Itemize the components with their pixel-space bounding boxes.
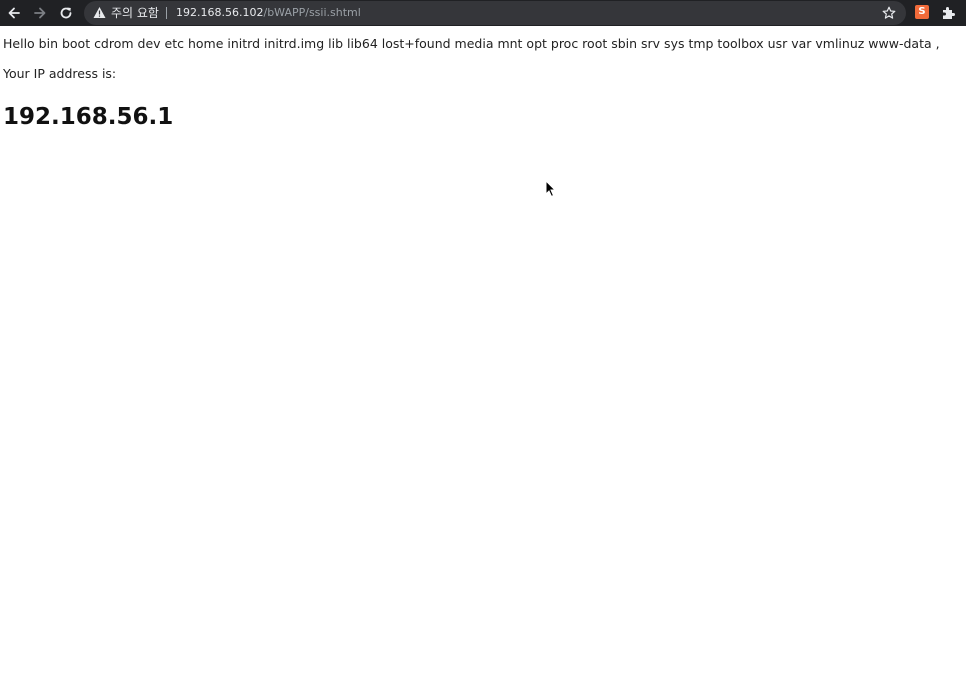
url-path: /bWAPP/ssii.shtml	[263, 6, 361, 19]
url-text[interactable]: 192.168.56.102/bWAPP/ssii.shtml	[176, 5, 361, 21]
ip-address-label: Your IP address is:	[3, 66, 117, 81]
warning-triangle-icon[interactable]	[93, 6, 106, 19]
address-divider	[166, 7, 167, 19]
security-warning-label[interactable]: 주의 요함	[111, 5, 159, 21]
back-button[interactable]	[4, 3, 24, 23]
reload-button[interactable]	[56, 3, 76, 23]
address-bar[interactable]: 주의 요함 192.168.56.102/bWAPP/ssii.shtml	[84, 1, 906, 25]
star-icon[interactable]	[882, 6, 896, 20]
ip-address-value: 192.168.56.1	[3, 104, 174, 130]
arrow-right-icon	[34, 7, 46, 19]
mouse-cursor-icon	[545, 180, 557, 198]
forward-button[interactable]	[30, 3, 50, 23]
reload-icon	[60, 7, 72, 19]
browser-toolbar: 주의 요함 192.168.56.102/bWAPP/ssii.shtml S	[0, 0, 966, 26]
extension-s-icon[interactable]: S	[915, 5, 929, 19]
arrow-left-icon	[8, 7, 20, 19]
directory-listing-text: Hello bin boot cdrom dev etc home initrd…	[3, 36, 940, 51]
puzzle-icon[interactable]	[941, 5, 956, 20]
page-content: Hello bin boot cdrom dev etc home initrd…	[0, 26, 966, 697]
url-host: 192.168.56.102	[176, 6, 264, 19]
